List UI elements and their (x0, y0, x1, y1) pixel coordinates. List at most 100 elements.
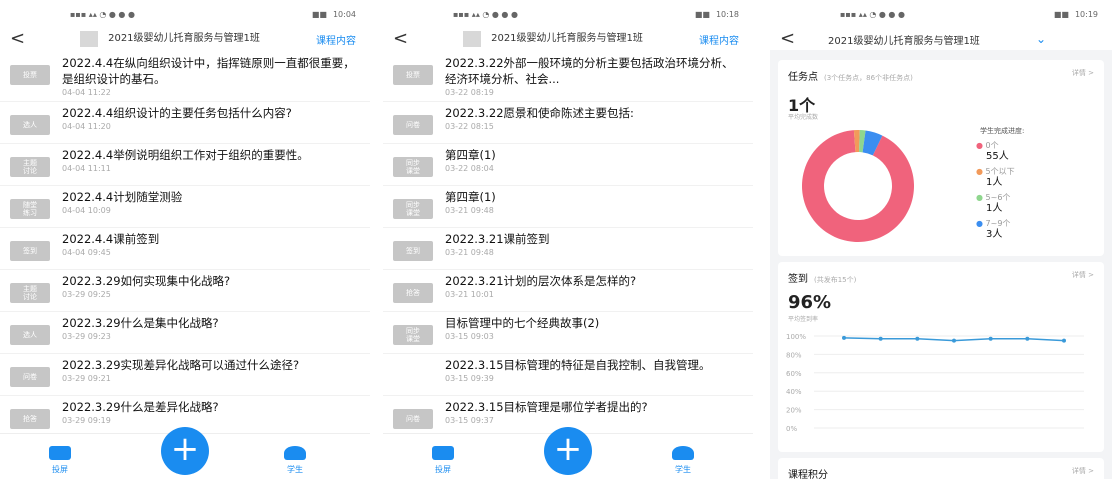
activity-title: 2022.3.22外部一般环境的分析主要包括政治环境分析、经济环境分析、社会..… (445, 56, 734, 86)
activity-type-badge: 随堂 练习 (10, 199, 50, 219)
clock: 10:19 (1074, 9, 1098, 19)
battery-icon: ■■ (1053, 9, 1069, 19)
activity-title: 第四章(1) (445, 148, 496, 162)
list-item[interactable]: 随堂 练习 2022.4.4计划随堂测验 04-04 10:09 (0, 186, 370, 228)
data-point (1062, 338, 1066, 343)
course-content-link[interactable]: 课程内容 (699, 32, 739, 47)
y-tick-label: 60% (786, 370, 802, 378)
activity-type-badge: 签到 (393, 241, 433, 261)
activity-type-badge: 投票 (393, 65, 433, 85)
tab-students[interactable]: 学生 (663, 446, 703, 475)
activity-time: 03-29 09:21 (62, 374, 111, 383)
list-item[interactable]: 同步 课堂 第四章(1) 03-21 09:48 (383, 186, 753, 228)
list-item[interactable]: 主题 讨论 2022.3.29如何实现集中化战略? 03-29 09:25 (0, 270, 370, 312)
list-item[interactable]: 签到 2022.3.21课前签到 03-21 09:48 (383, 228, 753, 270)
y-tick-label: 0% (786, 425, 797, 433)
status-bar: ▪▪▪ ▴▴ ◔ ● ● ● ■■ 10:19 (770, 0, 1112, 28)
activity-title: 2022.3.15目标管理是哪位学者提出的? (445, 400, 648, 414)
clock: 10:18 (715, 9, 739, 19)
card-subtitle: (3个任务点，86个非任务点) (824, 74, 913, 82)
activity-title: 目标管理中的七个经典故事(2) (445, 316, 600, 330)
list-item[interactable]: 2022.3.15目标管理的特征是自我控制、自我管理。 03-15 09:39 (383, 354, 753, 396)
course-score-card: 课程积分 详情 > (778, 458, 1104, 479)
list-item[interactable]: 同步 课堂 目标管理中的七个经典故事(2) 03-15 09:03 (383, 312, 753, 354)
activity-time: 04-04 11:11 (62, 164, 111, 173)
clock: 10:04 (332, 9, 356, 19)
avg-signin-rate: 96% (788, 292, 832, 313)
back-arrow-icon[interactable]: < (10, 30, 25, 48)
tab-label: 投屏 (435, 465, 451, 474)
activity-time: 03-22 08:04 (445, 164, 494, 173)
activity-type-badge: 抢答 (393, 283, 433, 303)
card-title: 课程积分 (788, 470, 828, 479)
activity-type-badge: 主题 讨论 (10, 283, 50, 303)
list-item[interactable]: 投票 2022.4.4在纵向组织设计中，指挥链原则一直都很重要，是组织设计的基石。… (0, 52, 370, 102)
activity-time: 03-22 08:15 (445, 122, 494, 131)
status-bar: ▪▪▪ ▴▴ ◔ ● ● ● ■■ 10:04 (0, 0, 370, 28)
list-item[interactable]: 主题 讨论 2022.4.4举例说明组织工作对于组织的重要性。 04-04 11:1… (0, 144, 370, 186)
activity-time: 03-21 09:48 (445, 206, 494, 215)
class-thumbnail (463, 31, 481, 47)
legend-count: 1人 (986, 177, 1003, 188)
activity-time: 04-04 09:45 (62, 248, 111, 257)
add-activity-button[interactable]: + (544, 427, 592, 475)
tab-cast-screen[interactable]: 投屏 (40, 446, 80, 475)
class-thumbnail (80, 31, 98, 47)
list-item[interactable]: 抢答 2022.3.21计划的层次体系是怎样的? 03-21 10:01 (383, 270, 753, 312)
legend-entry: ● 5~6个 1人 (976, 193, 1011, 214)
activity-time: 04-04 11:22 (62, 88, 111, 97)
back-arrow-icon[interactable]: < (780, 30, 795, 48)
activity-type-badge: 同步 课堂 (393, 325, 433, 345)
list-item[interactable]: 问卷 2022.3.29实现差异化战略可以通过什么途径? 03-29 09:21 (0, 354, 370, 396)
phone-screen-1: ▪▪▪ ▴▴ ◔ ● ● ● ■■ 10:04 < 2021级婴幼儿托育服务与管理… (0, 0, 370, 479)
back-arrow-icon[interactable]: < (393, 30, 408, 48)
activity-title: 2022.3.29如何实现集中化战略? (62, 274, 231, 288)
donut-legend: ● 0个 55人 ● 5个以下 1人 ● 5~6个 1人 ● 7~9个 3人 (976, 140, 1015, 240)
activity-time: 03-15 09:03 (445, 332, 494, 341)
legend-count: 1人 (986, 203, 1003, 214)
signin-card: 签到 (共发布15个) 详情 > 96% 平均签到率 100% 80% 60% 40% 2… (778, 262, 1104, 452)
activity-title: 2022.3.29实现差异化战略可以通过什么途径? (62, 358, 300, 372)
list-item[interactable]: 选人 2022.3.29什么是集中化战略? 03-29 09:23 (0, 312, 370, 354)
legend-label: 5~6个 (985, 193, 1011, 202)
class-name: 2021级婴幼儿托育服务与管理1班 (108, 33, 260, 44)
legend-entry: ● 7~9个 3人 (976, 219, 1011, 240)
list-item[interactable]: 同步 课堂 第四章(1) 03-22 08:04 (383, 144, 753, 186)
activity-list: 投票 2022.4.4在纵向组织设计中，指挥链原则一直都很重要，是组织设计的基石。… (0, 52, 370, 438)
activity-time: 03-29 09:19 (62, 416, 111, 425)
y-tick-label: 40% (786, 388, 802, 396)
data-point (988, 336, 993, 341)
avg-signin-label: 平均签到率 (788, 316, 819, 323)
activity-time: 03-29 09:23 (62, 332, 111, 341)
card-title: 签到 (共发布15个) (788, 270, 856, 285)
activity-time: 03-22 08:19 (445, 88, 494, 97)
activity-type-badge: 主题 讨论 (10, 157, 50, 177)
person-icon (672, 446, 694, 460)
tab-cast-screen[interactable]: 投屏 (423, 446, 463, 475)
list-item[interactable]: 投票 2022.3.22外部一般环境的分析主要包括政治环境分析、经济环境分析、社会… (383, 52, 753, 102)
tab-label: 学生 (287, 465, 303, 474)
card-title-text: 任务点 (788, 72, 818, 83)
task-detail-link[interactable]: 详情 > (1072, 68, 1094, 78)
list-item[interactable]: 选人 2022.4.4组织设计的主要任务包括什么内容? 04-04 11:20 (0, 102, 370, 144)
score-detail-link[interactable]: 详情 > (1072, 466, 1094, 476)
list-item[interactable]: 问卷 2022.3.22愿景和使命陈述主要包括: 03-22 08:15 (383, 102, 753, 144)
class-info: 2021级婴幼儿托育服务与管理1班 (463, 31, 647, 47)
signin-line-chart: 100% 80% 60% 40% 20% 0% (786, 333, 1084, 433)
course-content-link[interactable]: 课程内容 (316, 32, 356, 47)
activity-time: 03-21 09:48 (445, 248, 494, 257)
signal-icons: ▪▪▪ ▴▴ ◔ ● ● ● (70, 9, 135, 19)
signin-detail-link[interactable]: 详情 > (1072, 270, 1094, 280)
y-tick-label: 100% (786, 333, 806, 341)
chevron-down-icon[interactable]: ⌄ (1036, 32, 1046, 46)
tab-label: 投屏 (52, 465, 68, 474)
activity-title: 2022.4.4举例说明组织工作对于组织的重要性。 (62, 148, 309, 162)
data-point (915, 336, 920, 341)
activity-title: 2022.4.4在纵向组织设计中，指挥链原则一直都很重要，是组织设计的基石。 (62, 56, 355, 86)
activity-type-badge: 问卷 (393, 409, 433, 429)
add-activity-button[interactable]: + (161, 427, 209, 475)
signal-icons: ▪▪▪ ▴▴ ◔ ● ● ● (453, 9, 518, 19)
list-item[interactable]: 签到 2022.4.4课前签到 04-04 09:45 (0, 228, 370, 270)
tab-students[interactable]: 学生 (275, 446, 315, 475)
activity-time: 03-15 09:37 (445, 416, 494, 425)
